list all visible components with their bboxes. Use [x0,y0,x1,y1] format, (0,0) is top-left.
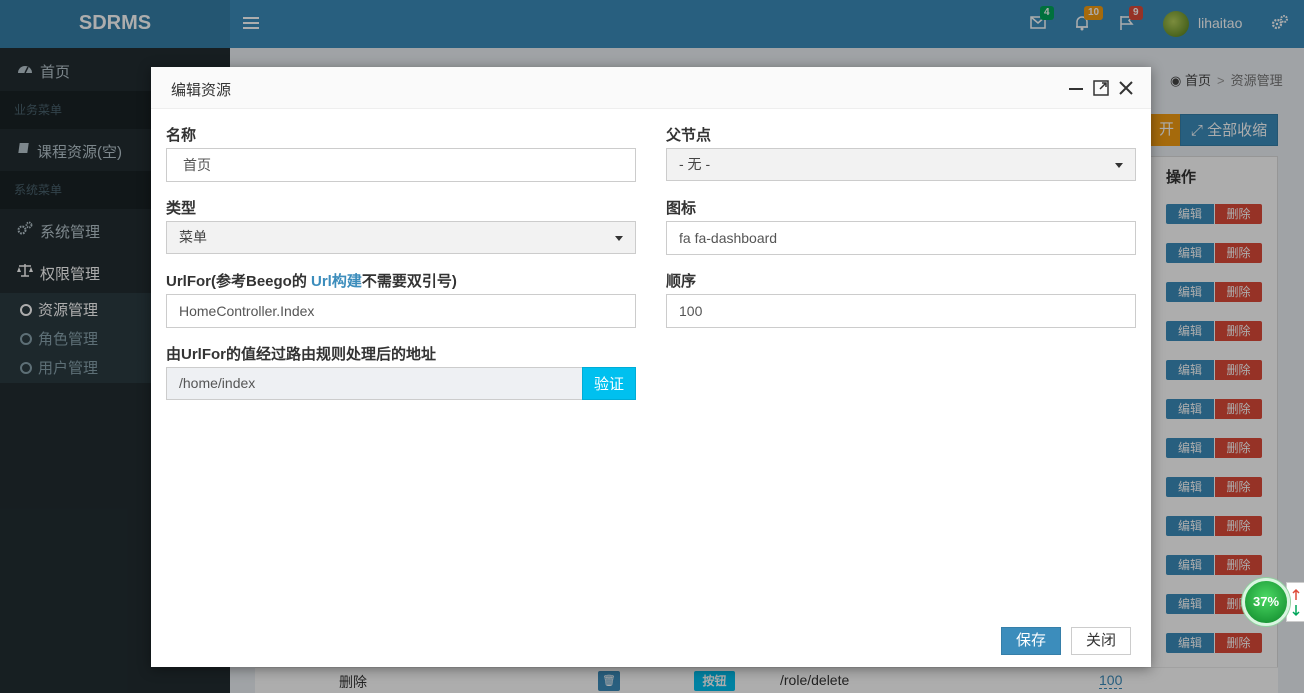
modal-header: 编辑资源 [151,67,1151,109]
maximize-icon[interactable] [1092,79,1110,97]
address-label: 由UrlFor的值经过路由规则处理后的地址 [166,346,437,363]
minimize-icon[interactable] [1067,79,1085,97]
name-input[interactable]: 首页 [166,148,636,182]
verify-button[interactable]: 验证 [582,367,636,400]
arrows-updown-icon [1292,588,1300,617]
close-icon[interactable] [1117,79,1135,97]
progress-widget[interactable]: 37% [1242,578,1290,626]
caret-down-icon [615,236,623,241]
parent-label: 父节点 [666,127,712,144]
parent-select[interactable]: - 无 - [666,148,1136,181]
urlfor-input[interactable]: HomeController.Index [166,294,636,328]
urlfor-label: UrlFor(参考Beego的 Url构建不需要双引号) [166,273,457,290]
modal-title: 编辑资源 [171,82,232,99]
icon-input[interactable]: fa fa-dashboard [666,221,1136,255]
edit-resource-modal: 编辑资源 名称 首页 父节点 - 无 - 类型 菜单 图标 fa fa-dash… [151,67,1151,667]
seq-input[interactable]: 100 [666,294,1136,328]
icon-label: 图标 [666,200,697,217]
close-button[interactable]: 关闭 [1071,627,1131,655]
url-build-link[interactable]: Url构建 [311,273,362,290]
seq-label: 顺序 [666,273,697,290]
name-label: 名称 [166,127,197,144]
type-select[interactable]: 菜单 [166,221,636,254]
caret-down-icon [1115,163,1123,168]
save-button[interactable]: 保存 [1001,627,1061,655]
address-input: /home/index [166,367,583,400]
type-label: 类型 [166,200,197,217]
